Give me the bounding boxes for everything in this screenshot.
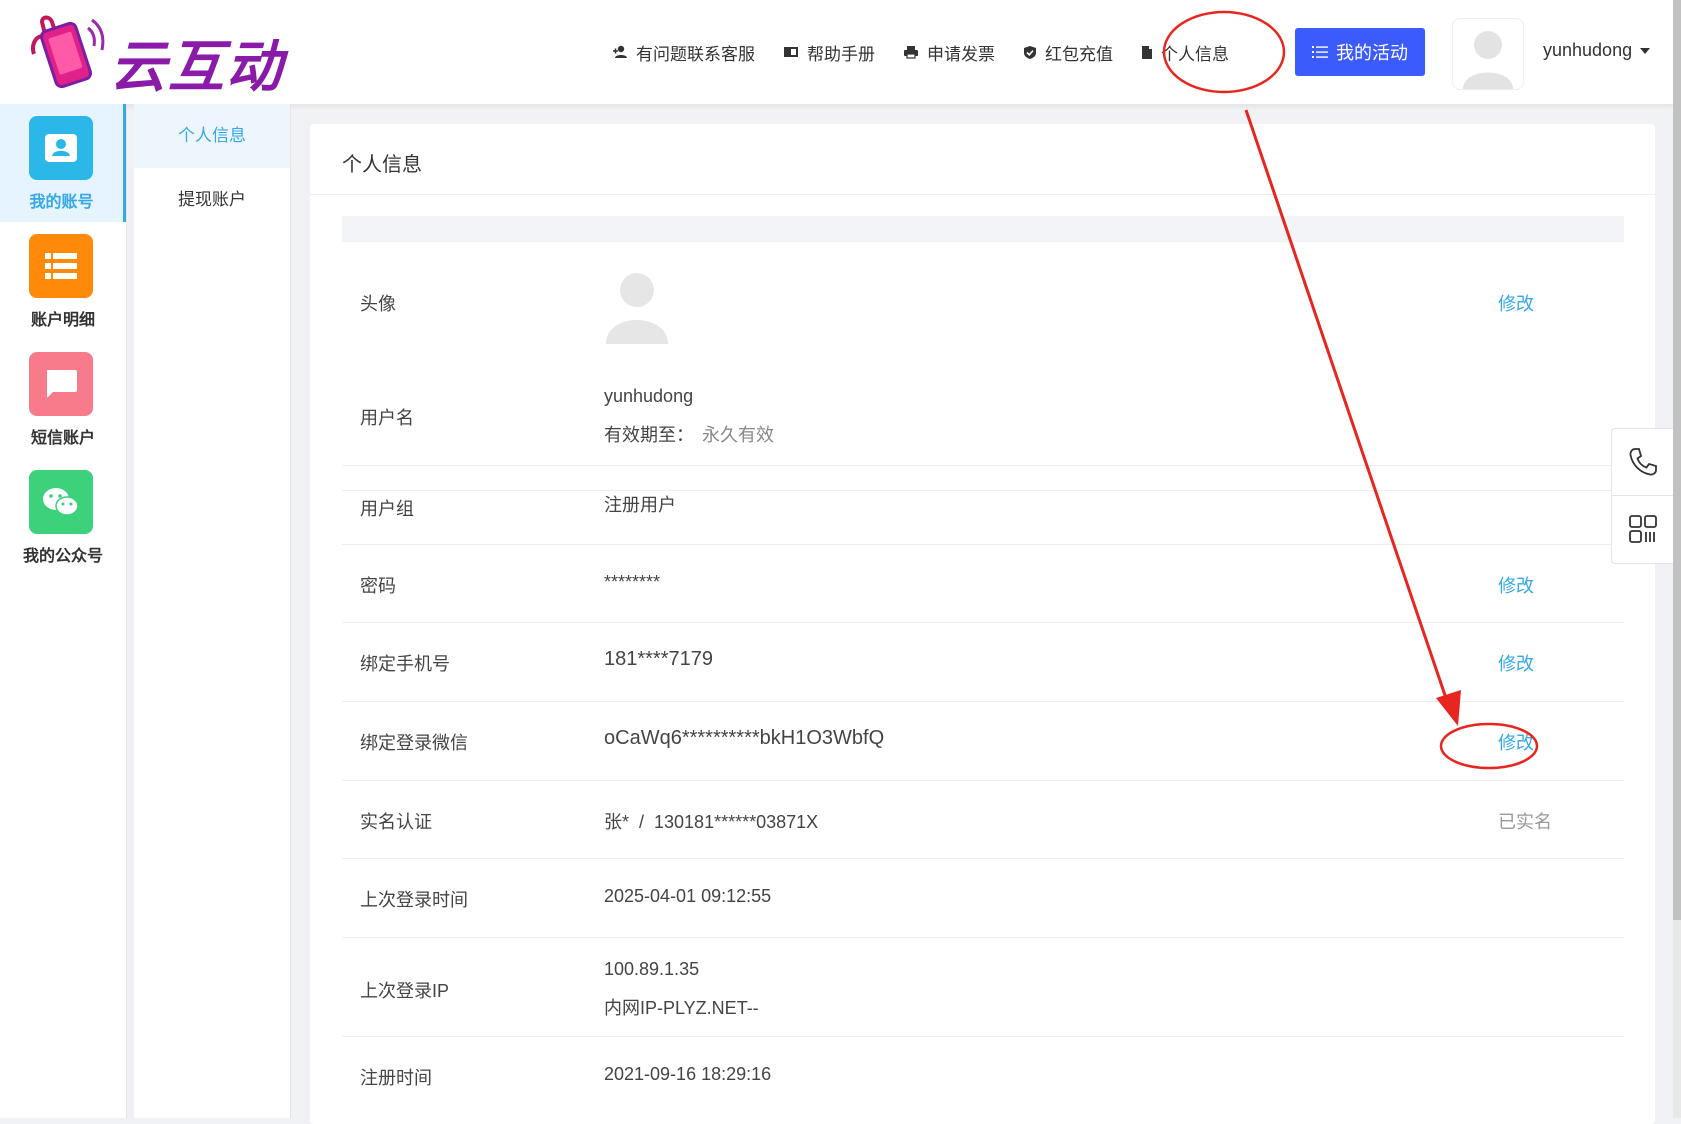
- submenu-item-personal-info[interactable]: 个人信息: [134, 104, 290, 168]
- row-value: 2021-09-16 18:29:16: [604, 1064, 772, 1084]
- row-value: 181****7179: [604, 648, 713, 670]
- top-nav: 有问题联系客服 帮助手册 申请发票 红包充值 个人信息: [612, 30, 1257, 74]
- sidebar-item-my-official-account[interactable]: 我的公众号: [0, 458, 126, 576]
- edit-wechat-button[interactable]: 修改: [1498, 729, 1534, 755]
- expiry-value: 永久有效: [702, 425, 774, 445]
- my-activity-button[interactable]: 我的活动: [1295, 28, 1425, 76]
- qrcode-button[interactable]: [1612, 495, 1674, 562]
- chevron-down-icon: [1640, 47, 1651, 54]
- sidebar-item-label: 短信账户: [30, 430, 95, 447]
- phone-contact-button[interactable]: [1612, 429, 1674, 495]
- page-title: 个人信息: [342, 154, 422, 176]
- row-value: ********: [604, 572, 661, 592]
- sidebar-item-label: 我的公众号: [22, 548, 103, 565]
- row-last-login-time: 上次登录时间 2025-04-01 09:12:55: [342, 858, 1624, 938]
- nav-label: 个人信息: [1161, 44, 1229, 64]
- edit-avatar-button[interactable]: 修改: [1498, 290, 1534, 316]
- list-icon: [1312, 46, 1328, 58]
- row-wechat: 绑定登录微信 oCaWq6**********bkH1O3WbfQ 修改: [342, 701, 1624, 781]
- brand-name: 云互动: [110, 35, 284, 100]
- default-avatar-icon: [1463, 31, 1513, 89]
- row-realname: 实名认证 张* / 130181******03871X 已实名: [342, 780, 1624, 859]
- divider: [310, 194, 1655, 195]
- row-value: 注册用户: [604, 495, 676, 515]
- nav-apply-invoice[interactable]: 申请发票: [903, 40, 995, 65]
- ip-location: 内网IP-PLYZ.NET--: [604, 998, 759, 1018]
- personal-info-card: 个人信息 头像 修改 用户名 yunhudong 有效期至： 永久有效 用户组 注…: [310, 124, 1655, 1124]
- default-avatar-icon: [606, 273, 668, 344]
- qrcode-icon: [1629, 515, 1657, 543]
- avatar: [604, 268, 670, 349]
- book-icon: [784, 47, 798, 57]
- submenu-item-withdraw-account[interactable]: 提现账户: [134, 168, 290, 232]
- row-value: oCaWq6**********bkH1O3WbfQ: [604, 727, 885, 749]
- row-value: 2025-04-01 09:12:55: [604, 886, 772, 906]
- printer-icon: [904, 46, 918, 59]
- row-label: 绑定登录微信: [360, 733, 468, 753]
- row-value: 张* / 130181******03871X: [604, 812, 819, 832]
- username-value: yunhudong: [604, 386, 694, 406]
- list-icon: [29, 234, 93, 298]
- wechat-icon: [29, 470, 93, 534]
- user-menu[interactable]: yunhudong: [1543, 40, 1651, 61]
- row-label: 用户名: [360, 408, 414, 428]
- phone-logo-icon: [31, 15, 105, 89]
- edit-phone-button[interactable]: 修改: [1498, 650, 1534, 676]
- sidebar-item-label: 我的账号: [29, 194, 94, 211]
- expiry-label: 有效期至：: [604, 425, 694, 445]
- shield-check-icon: [1024, 45, 1036, 59]
- document-icon: [1142, 45, 1152, 59]
- row-user-group: 用户组 注册用户: [342, 465, 1624, 545]
- sub-menu: 个人信息 提现账户: [134, 104, 291, 1118]
- main-sidebar: 我的账号 账户明细 短信账户 我的公众号: [0, 104, 127, 1118]
- username-label: yunhudong: [1543, 40, 1633, 60]
- row-value: yunhudong 有效期至： 永久有效: [604, 386, 774, 447]
- realname-status: 已实名: [1498, 812, 1552, 832]
- user-plus-icon: [613, 45, 627, 58]
- nav-label: 有问题联系客服: [636, 44, 755, 64]
- sidebar-item-sms-account[interactable]: 短信账户: [0, 340, 126, 458]
- nav-contact-support[interactable]: 有问题联系客服: [612, 40, 755, 65]
- activity-button-label: 我的活动: [1336, 43, 1408, 63]
- section-header-band: [342, 216, 1624, 242]
- row-label: 用户组: [360, 499, 414, 519]
- chat-bubble-icon: [29, 352, 93, 416]
- row-label: 上次登录时间: [360, 890, 468, 910]
- ip-value: 100.89.1.35: [604, 959, 700, 979]
- scrollbar-thumb[interactable]: [1673, 0, 1681, 920]
- phone-icon: [1629, 448, 1657, 476]
- nav-label: 帮助手册: [807, 44, 875, 64]
- brand-logo[interactable]: 云互动: [28, 14, 298, 100]
- row-last-login-ip: 上次登录IP 100.89.1.35 内网IP-PLYZ.NET--: [342, 937, 1624, 1037]
- nav-help-manual[interactable]: 帮助手册: [783, 40, 875, 65]
- nav-red-packet-recharge[interactable]: 红包充值: [1023, 40, 1113, 65]
- row-password: 密码 ******** 修改: [342, 544, 1624, 623]
- avatar[interactable]: [1452, 18, 1524, 90]
- sidebar-item-account-details[interactable]: 账户明细: [0, 222, 126, 340]
- row-phone: 绑定手机号 181****7179 修改: [342, 622, 1624, 702]
- row-label: 绑定手机号: [360, 654, 450, 674]
- sidebar-item-my-account[interactable]: 我的账号: [0, 104, 126, 222]
- row-label: 实名认证: [360, 812, 432, 832]
- account-card-icon: [29, 116, 93, 180]
- row-label: 上次登录IP: [360, 981, 450, 1001]
- row-register-time: 注册时间 2021-09-16 18:29:16: [342, 1036, 1624, 1114]
- row-value: 100.89.1.35 内网IP-PLYZ.NET--: [604, 959, 759, 1020]
- expiry-line: 有效期至： 永久有效: [604, 421, 774, 447]
- row-username: 用户名 yunhudong 有效期至： 永久有效: [342, 366, 1624, 466]
- top-header: 云互动 有问题联系客服 帮助手册 申请发票 红包充值 个人信息 我的活动 yun…: [0, 0, 1673, 105]
- nav-label: 申请发票: [927, 44, 995, 64]
- row-label: 密码: [360, 576, 396, 596]
- sidebar-item-label: 账户明细: [30, 312, 95, 329]
- edit-password-button[interactable]: 修改: [1498, 572, 1534, 598]
- row-label: 头像: [360, 294, 396, 314]
- floating-toolbar: [1611, 428, 1674, 564]
- nav-personal-info[interactable]: 个人信息: [1141, 40, 1229, 65]
- nav-label: 红包充值: [1045, 44, 1113, 64]
- row-label: 注册时间: [360, 1068, 432, 1088]
